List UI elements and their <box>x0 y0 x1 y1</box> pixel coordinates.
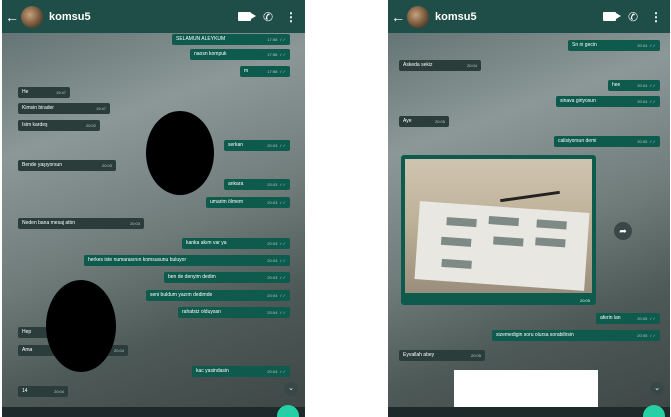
video-call-icon[interactable] <box>237 12 256 21</box>
message-bubble[interactable]: rahatsiz olduysan 20:04 ✓✓ <box>178 307 290 318</box>
left-chat-screenshot: ← komsu5 ✆ ⋮ SELAMUN ALEYKUM 17:58 ✓✓ naos… <box>2 0 305 417</box>
right-chat-screenshot: ← komsu5 ✆ ⋮ Sn ni gecin 20:04 ✓✓ Askeda s… <box>388 0 670 417</box>
message-bubble[interactable]: seni buldum yazım dedimde 20:04 ✓✓ <box>146 290 290 301</box>
message-bubble[interactable]: Isim kardeş 20:02 <box>18 120 100 131</box>
message-bubble[interactable]: kanka akım var ya 20:03 ✓✓ <box>182 238 290 249</box>
bottom-bar <box>2 407 305 417</box>
message-bubble[interactable]: aferin lan 20:05 ✓✓ <box>596 313 660 324</box>
more-options-icon[interactable]: ⋮ <box>285 10 297 24</box>
message-bubble[interactable]: He 19:47 <box>18 87 70 98</box>
phone-call-icon[interactable]: ✆ <box>263 10 273 24</box>
redaction-blob <box>46 280 116 372</box>
photo-message[interactable]: 20:05 <box>401 155 596 305</box>
message-bubble[interactable]: herkes iste numarasının komsusunu buluyo… <box>84 255 290 266</box>
chat-header: ← komsu5 ✆ ⋮ <box>2 0 305 33</box>
message-bubble[interactable]: hee 20:04 ✓✓ <box>608 80 660 91</box>
avatar[interactable] <box>407 5 429 28</box>
chat-header: ← komsu5 ✆ ⋮ <box>388 0 670 33</box>
back-arrow-icon[interactable]: ← <box>5 9 19 25</box>
message-bubble[interactable]: Neden bana mesaj attın 20:03 <box>18 218 144 229</box>
message-bubble[interactable]: Eyvallah abey 20:05 <box>399 350 485 361</box>
message-bubble[interactable]: kac yasindasin 20:04 ✓✓ <box>192 366 290 377</box>
message-bubble[interactable]: Askeda sekiz 20:04 <box>399 60 481 71</box>
message-bubble[interactable]: Bende yaşıyorsun 20:03 <box>18 160 116 171</box>
redaction-block <box>454 370 598 410</box>
phone-call-icon[interactable]: ✆ <box>628 10 638 24</box>
contact-name[interactable]: komsu5 <box>49 11 238 23</box>
scroll-down-icon[interactable]: ⌄ <box>650 382 664 396</box>
message-bubble[interactable]: Sn ni gecin 20:04 ✓✓ <box>568 40 660 51</box>
video-call-icon[interactable] <box>602 12 621 21</box>
photo-time: 20:05 <box>579 298 590 303</box>
contact-name[interactable]: komsu5 <box>435 11 603 23</box>
back-arrow-icon[interactable]: ← <box>391 9 405 25</box>
message-bubble[interactable]: m 17:58 ✓✓ <box>240 66 290 77</box>
more-options-icon[interactable]: ⋮ <box>650 10 662 24</box>
photo-image[interactable] <box>405 159 592 293</box>
message-bubble[interactable]: ankara 20:03 ✓✓ <box>224 179 290 190</box>
avatar[interactable] <box>21 5 43 28</box>
scroll-down-icon[interactable]: ⌄ <box>284 382 298 396</box>
message-bubble[interactable]: 14 20:04 <box>18 386 68 397</box>
photo-worksheet <box>414 201 590 291</box>
message-bubble[interactable]: sinava giriyosun 20:04 ✓✓ <box>556 96 660 107</box>
message-bubble[interactable]: Kimsin birader 19:47 <box>18 103 110 114</box>
message-bubble[interactable]: Aye 20:05 <box>399 116 449 127</box>
bottom-bar <box>388 407 670 417</box>
photo-pen <box>500 190 560 203</box>
message-bubble[interactable]: naosn kompuk 17:58 ✓✓ <box>190 49 290 60</box>
message-bubble[interactable]: serkan 20:03 ✓✓ <box>224 140 290 151</box>
redaction-blob <box>146 111 214 195</box>
message-bubble[interactable]: sizemedigin soru olursa sorabilirsin 20:0… <box>492 330 660 341</box>
message-bubble[interactable]: SELAMUN ALEYKUM 17:58 ✓✓ <box>172 34 290 45</box>
message-bubble[interactable]: ben de denyim dedim 20:03 ✓✓ <box>164 272 290 283</box>
share-icon[interactable]: ➦ <box>614 222 632 240</box>
message-bubble[interactable]: umarim ölmem 20:03 ✓✓ <box>206 197 290 208</box>
message-bubble[interactable]: calisiyorsun demi 20:05 ✓✓ <box>554 136 660 147</box>
